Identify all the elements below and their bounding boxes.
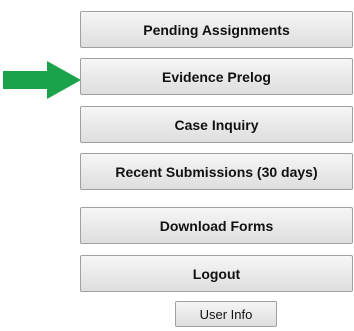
pending-assignments-button[interactable]: Pending Assignments	[80, 11, 353, 48]
recent-submissions-button[interactable]: Recent Submissions (30 days)	[80, 153, 353, 190]
download-forms-button[interactable]: Download Forms	[80, 207, 353, 244]
evidence-prelog-button[interactable]: Evidence Prelog	[80, 58, 353, 95]
green-arrow-icon	[3, 61, 81, 99]
user-info-button[interactable]: User Info	[175, 301, 277, 327]
logout-button[interactable]: Logout	[80, 255, 353, 292]
case-inquiry-button[interactable]: Case Inquiry	[80, 106, 353, 143]
